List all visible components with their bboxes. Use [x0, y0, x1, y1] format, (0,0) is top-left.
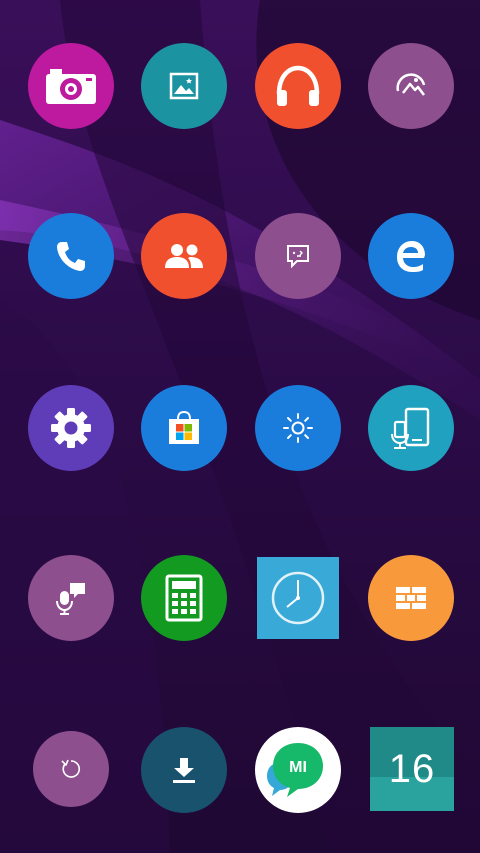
store-icon	[169, 410, 199, 444]
edge-icon	[397, 241, 425, 272]
sim-icon	[396, 587, 426, 609]
contacts-app[interactable]	[141, 213, 227, 299]
devices-app[interactable]	[368, 385, 454, 471]
camera-app[interactable]	[28, 43, 114, 129]
browser-app[interactable]	[368, 213, 454, 299]
landscape-icon	[396, 73, 426, 96]
settings-app[interactable]	[28, 385, 114, 471]
devices-icon	[391, 407, 430, 449]
store-app[interactable]	[141, 385, 227, 471]
download-icon	[173, 758, 195, 783]
photos-app[interactable]	[141, 43, 227, 129]
app-grid: MI 16	[0, 0, 480, 853]
calendar-app[interactable]: 16	[370, 727, 454, 811]
clock-icon	[271, 571, 325, 625]
headphones-icon	[276, 65, 320, 106]
clock-app[interactable]	[257, 557, 339, 639]
camera-icon	[46, 69, 96, 104]
display-app[interactable]	[255, 385, 341, 471]
voice-icon	[56, 583, 85, 615]
mi-talk-badge-text: MI	[289, 759, 307, 776]
brightness-icon	[283, 413, 313, 443]
music-app[interactable]	[255, 43, 341, 129]
chat-icon	[287, 245, 309, 269]
gear-icon	[51, 408, 91, 448]
downloads-app[interactable]	[141, 727, 227, 813]
phone-icon	[57, 242, 85, 271]
calendar-day-number: 16	[388, 747, 436, 791]
gallery-app[interactable]	[368, 43, 454, 129]
mi-talk-icon: MI	[267, 743, 323, 797]
recorder-app[interactable]	[28, 555, 114, 641]
update-app[interactable]	[33, 731, 109, 807]
messages-app[interactable]	[255, 213, 341, 299]
sim-app[interactable]	[368, 555, 454, 641]
calculator-app[interactable]	[141, 555, 227, 641]
calculator-icon	[165, 574, 203, 622]
refresh-icon	[61, 759, 81, 778]
phone-app[interactable]	[28, 213, 114, 299]
mi-talk-app[interactable]: MI	[255, 727, 341, 813]
people-icon	[165, 244, 203, 268]
image-icon	[169, 72, 199, 100]
